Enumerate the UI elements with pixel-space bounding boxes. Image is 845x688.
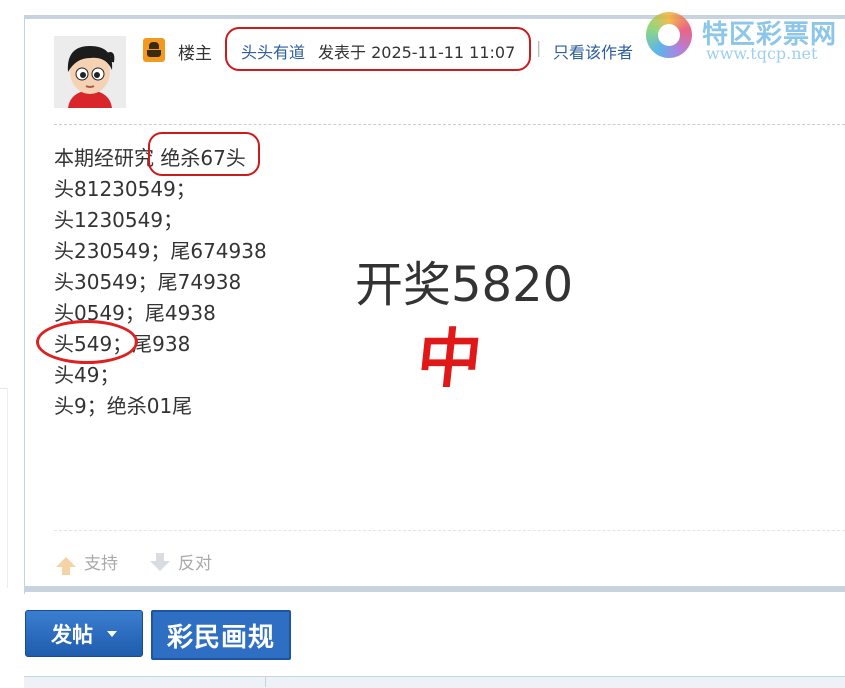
watermark-url: www.tqcp.net <box>706 44 818 63</box>
rules-button[interactable]: 彩民画规 <box>151 610 291 660</box>
support-label: 支持 <box>84 554 118 574</box>
avatar[interactable] <box>54 36 126 108</box>
content-divider <box>54 530 845 531</box>
content-line: 头30549；尾74938 <box>54 270 242 294</box>
sidebar-divider <box>7 388 8 588</box>
hit-mark: 中 <box>413 322 486 397</box>
owner-label: 楼主 <box>178 44 212 64</box>
post-bottom-border <box>24 586 845 592</box>
thread-owner-icon <box>143 38 165 62</box>
new-post-label: 发帖 <box>51 622 93 647</box>
support-button[interactable]: 支持 <box>56 549 118 575</box>
only-author-link[interactable]: 只看该作者 <box>553 39 633 63</box>
author-date-highlight-circle <box>225 27 531 71</box>
oppose-button[interactable]: 反对 <box>150 549 212 574</box>
new-post-button[interactable]: 发帖 <box>25 610 143 657</box>
thumb-down-icon <box>150 552 170 571</box>
kill-highlight-circle <box>148 132 260 176</box>
footer-divider <box>265 676 266 687</box>
sidebar-fragment <box>0 366 8 389</box>
thumb-up-icon <box>56 556 76 575</box>
content-line: 头1230549； <box>54 208 184 232</box>
content-line: 头49； <box>54 363 120 387</box>
chevron-down-icon <box>107 630 117 637</box>
content-line: 头230549；尾674938 <box>54 239 267 263</box>
rules-label: 彩民画规 <box>166 622 275 653</box>
footer-bar <box>24 676 845 688</box>
meta-separator: | <box>536 38 542 57</box>
content-line: 头9；绝杀01尾 <box>54 394 193 418</box>
post-content: 本期经研究 绝杀67头 头81230549； 头1230549； 头230549… <box>54 143 267 422</box>
site-logo-icon <box>646 12 692 58</box>
avatar-cartoon-icon <box>54 36 126 108</box>
header-divider <box>54 124 845 125</box>
hit-highlight-circle <box>36 320 138 364</box>
content-line: 头81230549； <box>54 177 196 201</box>
draw-result-overlay: 开奖5820 <box>355 257 574 313</box>
oppose-label: 反对 <box>178 554 212 574</box>
